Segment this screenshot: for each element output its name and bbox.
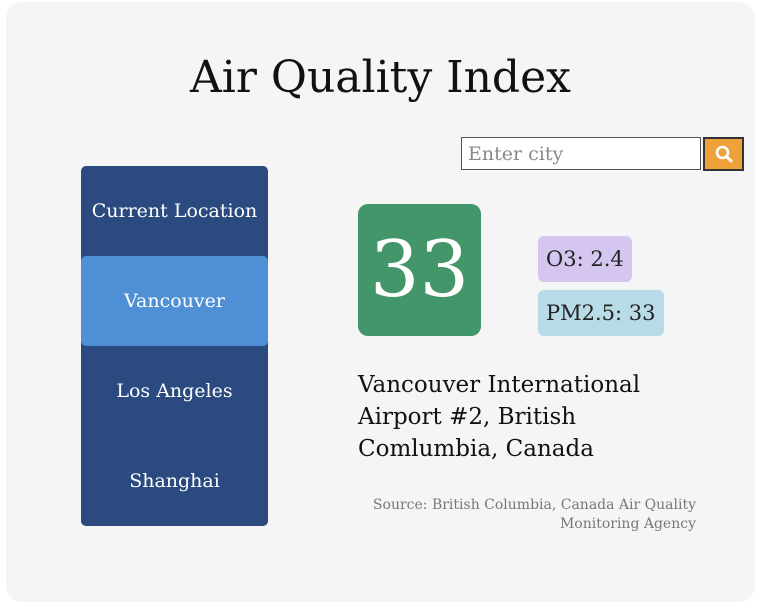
sidebar-item-label: Shanghai bbox=[129, 470, 220, 492]
sidebar-item-current-location[interactable]: Current Location bbox=[81, 166, 268, 256]
sidebar-item-label: Current Location bbox=[91, 200, 258, 222]
sidebar-item-shanghai[interactable]: Shanghai bbox=[81, 436, 268, 526]
sidebar-item-los-angeles[interactable]: Los Angeles bbox=[81, 346, 268, 436]
city-search-input[interactable] bbox=[461, 137, 701, 170]
o3-badge: O3: 2.4 bbox=[538, 236, 632, 282]
sidebar-item-label: Vancouver bbox=[124, 290, 225, 312]
sidebar-item-label: Los Angeles bbox=[116, 380, 233, 402]
search-icon bbox=[715, 145, 732, 163]
page-title: Air Quality Index bbox=[190, 52, 571, 103]
pm25-badge: PM2.5: 33 bbox=[538, 290, 664, 336]
city-sidebar: Current Location Vancouver Los Angeles S… bbox=[81, 166, 268, 526]
source-attribution: Source: British Columbia, Canada Air Qua… bbox=[372, 497, 696, 532]
sidebar-item-vancouver[interactable]: Vancouver bbox=[81, 256, 268, 346]
station-name: Vancouver International Airport #2, Brit… bbox=[358, 372, 641, 462]
search-button[interactable] bbox=[703, 137, 744, 171]
aqi-value-badge: 33 bbox=[358, 204, 481, 336]
